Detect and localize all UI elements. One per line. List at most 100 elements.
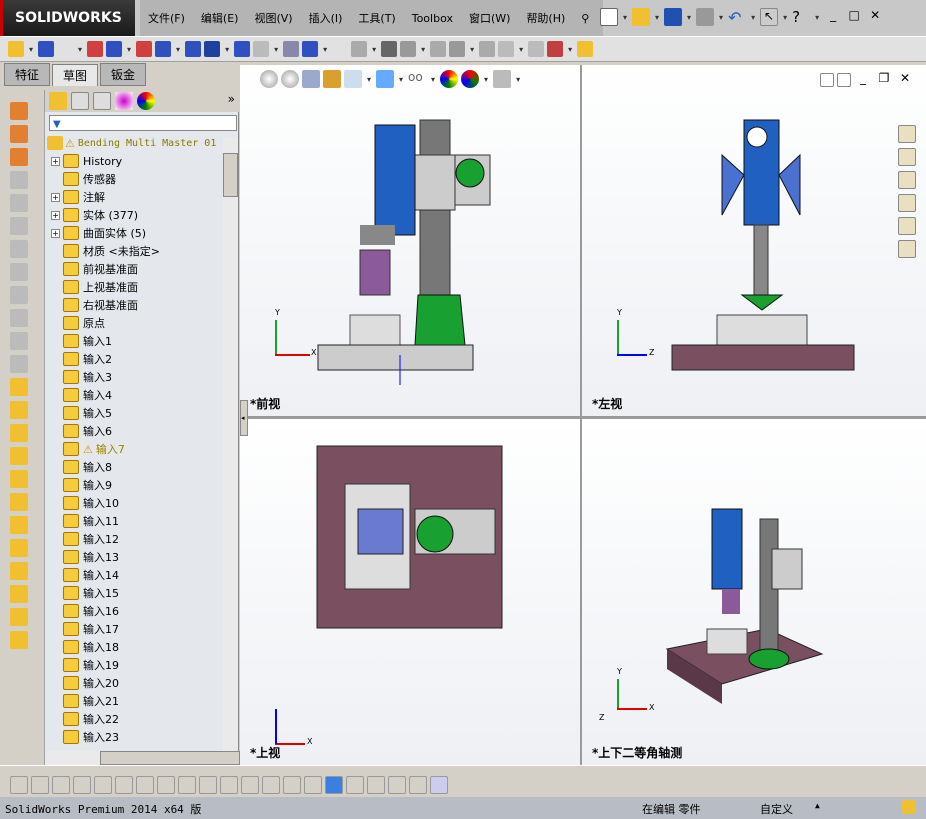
- smart-dimension-icon[interactable]: [38, 41, 55, 57]
- line-icon[interactable]: [57, 41, 74, 57]
- fillet-icon[interactable]: [253, 41, 270, 57]
- file-explorer-icon[interactable]: [898, 171, 916, 189]
- display-mode-icon[interactable]: [346, 776, 364, 794]
- mirror-icon[interactable]: [351, 41, 368, 57]
- perp-icon[interactable]: [157, 776, 175, 794]
- dropdown-arrow-icon[interactable]: ▾: [470, 45, 474, 54]
- feature-tool-icon[interactable]: [10, 401, 28, 419]
- tree-item[interactable]: 前视基准面: [51, 260, 138, 278]
- convert-icon[interactable]: [430, 41, 447, 57]
- menu-item[interactable]: Toolbox: [404, 12, 461, 25]
- line-sk-icon[interactable]: [52, 776, 70, 794]
- tree-item[interactable]: 右视基准面: [51, 296, 138, 314]
- viewport-close-icon[interactable]: ✕: [896, 71, 914, 89]
- menu-item[interactable]: 编辑(E): [193, 10, 247, 26]
- dim-icon[interactable]: [241, 776, 259, 794]
- slot-icon[interactable]: [106, 41, 123, 57]
- tree-item[interactable]: 输入20: [51, 674, 119, 692]
- feature-tool-icon[interactable]: [10, 240, 28, 258]
- dropdown-arrow-icon[interactable]: ▾: [225, 45, 229, 54]
- offset-icon[interactable]: [381, 41, 398, 57]
- tree-item[interactable]: 输入8: [51, 458, 112, 476]
- shaded-icon[interactable]: [325, 776, 343, 794]
- polygon-sk-icon[interactable]: [73, 776, 91, 794]
- tree-horizontal-scrollbar[interactable]: [45, 751, 240, 765]
- feature-tool-icon[interactable]: [10, 562, 28, 580]
- expand-icon[interactable]: +: [51, 228, 60, 238]
- tree-item[interactable]: ⚠ 输入7: [51, 440, 125, 458]
- trim-icon[interactable]: [400, 41, 417, 57]
- display-style-icon[interactable]: [376, 70, 395, 88]
- menu-item[interactable]: 窗口(W): [461, 10, 518, 26]
- tree-item[interactable]: 输入5: [51, 404, 112, 422]
- feature-tool-icon[interactable]: [10, 631, 28, 649]
- tree-root[interactable]: ⚠ Bending Multi Master 01: [47, 134, 216, 152]
- solidworks-logo[interactable]: SOLIDWORKS: [0, 0, 135, 36]
- feature-tool-icon[interactable]: [10, 608, 28, 626]
- solidworks-resources-icon[interactable]: [898, 125, 916, 143]
- feature-manager-icon[interactable]: [49, 92, 67, 110]
- help-icon[interactable]: ?: [792, 8, 810, 26]
- apply-scene-icon[interactable]: [461, 70, 480, 88]
- tree-item[interactable]: + History: [51, 152, 122, 170]
- polygon-icon[interactable]: [185, 41, 202, 57]
- menu-item[interactable]: 工具(T): [350, 10, 403, 26]
- cross-icon[interactable]: [94, 776, 112, 794]
- four-view-icon[interactable]: [430, 776, 448, 794]
- tree-item[interactable]: 原点: [51, 314, 105, 332]
- hide-show-icon[interactable]: oo: [408, 70, 426, 88]
- corner-icon[interactable]: [199, 776, 217, 794]
- collapse-panel-handle[interactable]: ◂: [240, 400, 248, 436]
- wireframe-icon[interactable]: [304, 776, 322, 794]
- view-orientation-icon[interactable]: [344, 70, 362, 88]
- tree-filter-input[interactable]: ▼: [49, 115, 237, 131]
- menu-item[interactable]: 帮助(H): [518, 10, 573, 26]
- tree-item[interactable]: 输入19: [51, 656, 119, 674]
- spline-icon[interactable]: [204, 41, 221, 57]
- sketch-icon[interactable]: [8, 41, 24, 57]
- feature-tool-icon[interactable]: [10, 378, 28, 396]
- menu-item[interactable]: 文件(F): [140, 10, 193, 26]
- ellipse-icon[interactable]: [234, 41, 251, 57]
- viewport-minimize-icon[interactable]: _: [854, 71, 872, 89]
- instant2d-icon[interactable]: [577, 41, 594, 57]
- dropdown-arrow-icon[interactable]: ▾: [421, 45, 425, 54]
- dropdown-arrow-icon[interactable]: ▾: [568, 45, 572, 54]
- rapid-sketch-icon[interactable]: [547, 41, 564, 57]
- angle-icon[interactable]: [115, 776, 133, 794]
- feature-tool-icon[interactable]: [10, 424, 28, 442]
- viewport-isometric[interactable]: Y X Z *上下二等角轴测: [582, 419, 926, 765]
- tree-vertical-scrollbar[interactable]: [223, 137, 238, 751]
- feature-tool-icon[interactable]: [10, 493, 28, 511]
- new-document-icon[interactable]: [600, 8, 618, 26]
- dropdown-arrow-icon[interactable]: ▾: [176, 45, 180, 54]
- tab-2[interactable]: 钣金: [100, 63, 147, 86]
- feature-tool-icon[interactable]: [10, 470, 28, 488]
- expand-icon[interactable]: +: [51, 192, 60, 202]
- tangent-icon[interactable]: [136, 776, 154, 794]
- feature-tool-icon[interactable]: [10, 263, 28, 281]
- pin-menu-icon[interactable]: ⚲: [573, 12, 597, 25]
- select-icon[interactable]: ↖: [760, 8, 779, 26]
- design-library-icon[interactable]: [898, 148, 916, 166]
- feature-tool-icon[interactable]: [10, 217, 28, 235]
- tree-item[interactable]: 输入12: [51, 530, 119, 548]
- zoom-to-fit-icon[interactable]: [260, 70, 278, 88]
- linear-pattern-icon[interactable]: [449, 41, 466, 57]
- edit-appearance-icon[interactable]: [440, 70, 459, 88]
- feature-tool-icon[interactable]: [10, 516, 28, 534]
- dropdown-arrow-icon[interactable]: ▾: [519, 45, 523, 54]
- feature-tool-icon[interactable]: [10, 171, 28, 189]
- feature-tool-icon[interactable]: [10, 148, 28, 166]
- expand-icon[interactable]: +: [51, 156, 60, 166]
- menu-item[interactable]: 插入(I): [301, 10, 351, 26]
- tree-item[interactable]: 输入18: [51, 638, 119, 656]
- dropdown-arrow-icon[interactable]: ▾: [372, 45, 376, 54]
- unit-menu-arrow-icon[interactable]: ▲: [815, 801, 820, 810]
- tree-item[interactable]: 输入13: [51, 548, 119, 566]
- dropdown-arrow-icon[interactable]: ▾: [29, 45, 33, 54]
- single-view-icon[interactable]: [409, 776, 427, 794]
- move-icon[interactable]: [479, 41, 496, 57]
- zoom-to-area-icon[interactable]: [281, 70, 299, 88]
- rebuild-icon[interactable]: [902, 800, 916, 814]
